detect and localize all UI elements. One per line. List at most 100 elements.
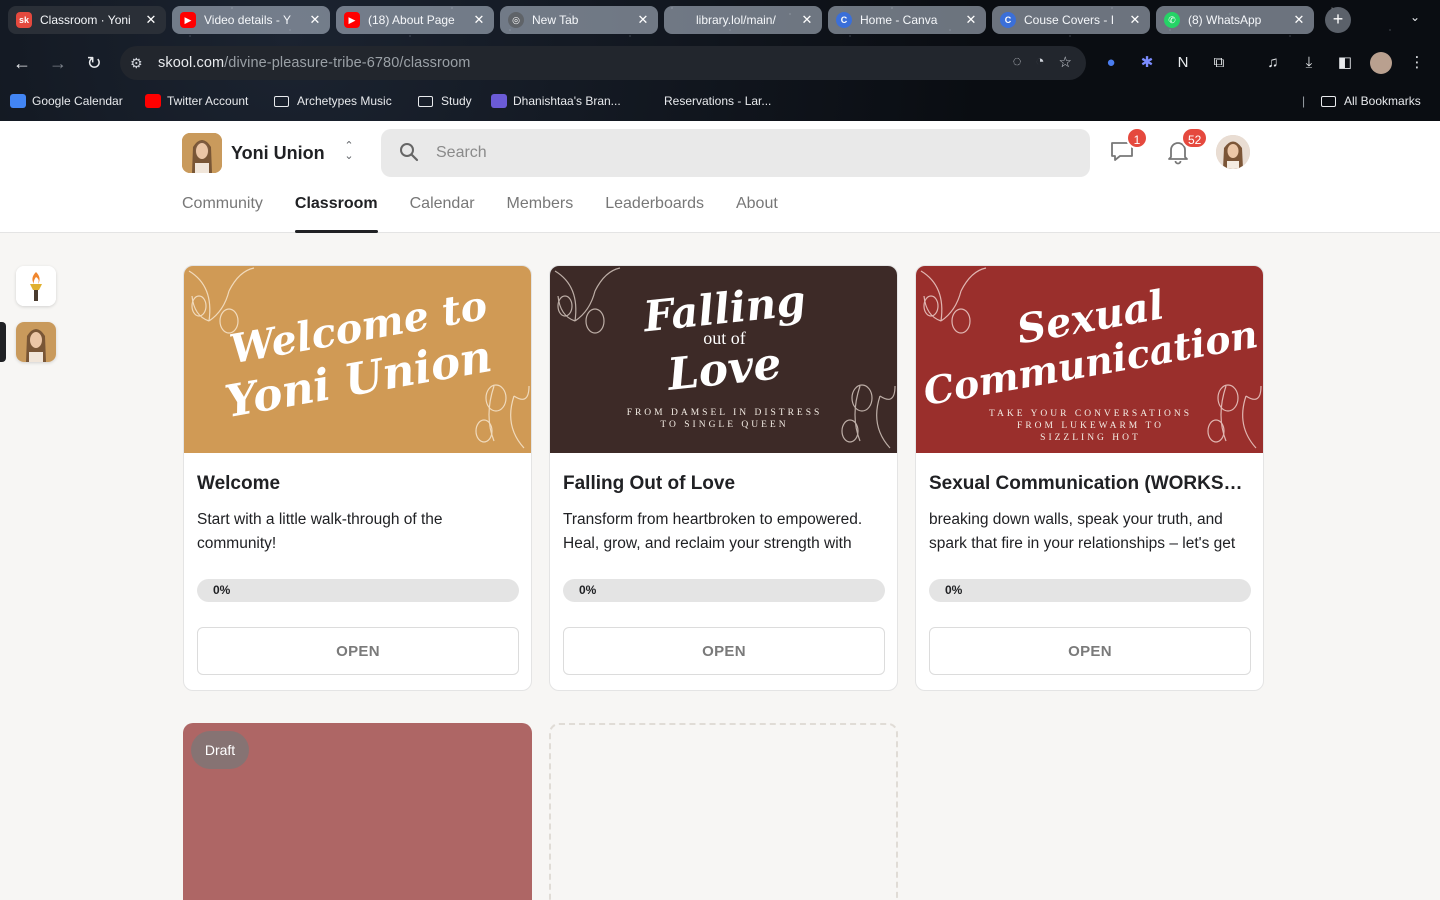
tab-title: Classroom · Yoni <box>40 13 131 27</box>
sidepanel-icon[interactable]: ◧ <box>1334 52 1356 74</box>
draft-course-card[interactable]: Draft <box>183 723 532 900</box>
tab-title: Couse Covers - I <box>1024 13 1115 27</box>
tab-community[interactable]: Community <box>182 195 263 233</box>
omnibox-actions: ◌ ◔ ☆ <box>1013 53 1072 71</box>
browser-tab[interactable]: C Couse Covers - I ✕ <box>992 6 1150 34</box>
performance-icon[interactable]: ◔ <box>1035 53 1044 71</box>
close-icon[interactable]: ✕ <box>636 12 650 28</box>
main-nav: Community Classroom Calendar Members Lea… <box>182 195 778 233</box>
tab-calendar[interactable]: Calendar <box>410 195 475 233</box>
progress-bar: 0% <box>197 579 519 602</box>
tab-title: library.lol/main/ <box>696 13 776 27</box>
extension-icon[interactable]: ● <box>1100 52 1122 74</box>
forward-arrow-icon[interactable]: → <box>46 51 70 75</box>
bookmark-label: Study <box>441 94 472 108</box>
open-button[interactable]: OPEN <box>197 627 519 675</box>
url-text[interactable]: skool.com/divine-pleasure-tribe-6780/cla… <box>158 55 470 71</box>
close-icon[interactable]: ✕ <box>1292 12 1306 28</box>
new-tab-button[interactable]: + <box>1325 7 1351 33</box>
close-icon[interactable]: ✕ <box>144 12 158 28</box>
address-bar[interactable]: ⚙ skool.com/divine-pleasure-tribe-6780/c… <box>120 46 1086 80</box>
close-icon[interactable]: ✕ <box>308 12 322 28</box>
browser-tab[interactable]: sk Classroom · Yoni ✕ <box>8 6 166 34</box>
bookmark-item[interactable]: Dhanishtaa's Bran... <box>491 94 621 108</box>
reload-icon[interactable]: ↻ <box>82 51 106 75</box>
close-icon[interactable]: ✕ <box>1128 12 1142 28</box>
more-vert-icon[interactable]: ⋮ <box>1406 52 1428 74</box>
progress-label: 0% <box>945 583 963 597</box>
star-icon[interactable]: ☆ <box>1059 53 1072 71</box>
chevron-down-icon[interactable]: ⌄ <box>1410 10 1420 24</box>
bookmark-label: Dhanishtaa's Bran... <box>513 94 621 108</box>
cover-subtitle: FROM LUKEWARM TO <box>1017 421 1164 431</box>
browser-tab[interactable]: library.lol/main/ ✕ <box>664 6 822 34</box>
bookmark-item[interactable]: Reservations - Lar... <box>664 94 771 108</box>
browser-tab[interactable]: ▶ (18) About Page ✕ <box>336 6 494 34</box>
bookmark-item[interactable]: Archetypes Music <box>274 94 392 108</box>
course-card[interactable]: Welcome to Yoni Union Welcome Start with… <box>183 265 532 691</box>
site-settings-icon[interactable]: ⚙ <box>130 55 150 72</box>
bookmark-item[interactable]: Google Calendar <box>10 94 123 108</box>
bookmark-item[interactable]: Twitter Account <box>145 94 248 108</box>
profile-avatar[interactable] <box>1370 52 1392 74</box>
group-switcher-icon[interactable]: ⌃ ⌄ <box>340 141 358 165</box>
tab-title: (8) WhatsApp <box>1188 13 1262 27</box>
course-title[interactable]: Falling Out of Love <box>563 473 885 495</box>
open-button[interactable]: OPEN <box>929 627 1251 675</box>
tab-about[interactable]: About <box>736 195 778 233</box>
course-card[interactable]: Falling out of Love FROM DAMSEL IN DISTR… <box>549 265 898 691</box>
browser-toolbar: ← → ↻ ⚙ skool.com/divine-pleasure-tribe-… <box>0 44 1440 82</box>
youtube-icon: ▶ <box>180 12 196 28</box>
back-arrow-icon[interactable]: ← <box>10 51 34 75</box>
folder-icon <box>418 95 433 107</box>
download-icon[interactable]: ⤓ <box>1298 52 1320 74</box>
chrome-icon: ◎ <box>508 12 524 28</box>
tab-title: Home - Canva <box>860 13 938 27</box>
bookmark-item[interactable]: Study <box>418 94 472 108</box>
torch-icon <box>16 266 56 306</box>
close-icon[interactable]: ✕ <box>964 12 978 28</box>
group-avatar[interactable] <box>182 133 222 173</box>
puzzle-icon[interactable]: ⧉ <box>1208 52 1230 74</box>
user-avatar[interactable] <box>1216 135 1250 169</box>
course-title[interactable]: Welcome <box>197 473 519 495</box>
rail-group-yoni-union[interactable] <box>16 322 56 362</box>
asterisk-icon[interactable]: ✱ <box>1136 52 1158 74</box>
progress-label: 0% <box>579 583 597 597</box>
course-cover: Sexual Communication TAKE YOUR CONVERSAT… <box>916 266 1263 453</box>
close-icon[interactable]: ✕ <box>472 12 486 28</box>
course-cover: Falling out of Love FROM DAMSEL IN DISTR… <box>550 266 897 453</box>
folder-icon <box>274 95 289 107</box>
whatsapp-icon: ✆ <box>1164 12 1180 28</box>
cover-subtitle: TAKE YOUR CONVERSATIONS <box>988 409 1192 419</box>
cover-subtitle: SIZZLING HOT <box>1040 433 1141 443</box>
course-title[interactable]: Sexual Communication (WORKSH... <box>929 473 1251 495</box>
progress-label: 0% <box>213 583 231 597</box>
browser-tab[interactable]: C Home - Canva ✕ <box>828 6 986 34</box>
skool-icon: sk <box>16 12 32 28</box>
canva-icon: C <box>1000 12 1016 28</box>
close-icon[interactable]: ✕ <box>800 12 814 28</box>
group-name[interactable]: Yoni Union <box>231 143 325 164</box>
tab-members[interactable]: Members <box>507 195 574 233</box>
url-path: /divine-pleasure-tribe-6780/classroom <box>224 55 471 71</box>
browser-tab[interactable]: ✆ (8) WhatsApp ✕ <box>1156 6 1314 34</box>
browser-tab[interactable]: ◎ New Tab ✕ <box>500 6 658 34</box>
youtube-icon <box>145 94 161 108</box>
open-button[interactable]: OPEN <box>563 627 885 675</box>
browser-chrome: sk Classroom · Yoni ✕ ▶ Video details - … <box>0 0 1440 121</box>
browser-tab[interactable]: ▶ Video details - Y ✕ <box>172 6 330 34</box>
site-header: Yoni Union ⌃⌄ 1 52 Community Classroom C… <box>0 121 1440 233</box>
search-input[interactable] <box>436 129 1056 177</box>
eye-off-icon[interactable]: ◌ <box>1013 53 1022 71</box>
youtube-icon: ▶ <box>344 12 360 28</box>
cover-subtitle: FROM DAMSEL IN DISTRESS <box>626 408 823 418</box>
rail-group-torch[interactable] <box>16 266 56 306</box>
tab-leaderboards[interactable]: Leaderboards <box>605 195 704 233</box>
notion-icon[interactable]: N <box>1172 52 1194 74</box>
add-course-placeholder[interactable] <box>549 723 898 900</box>
media-icon[interactable]: ♫ <box>1262 52 1284 74</box>
all-bookmarks[interactable]: All Bookmarks <box>1321 94 1421 108</box>
tab-classroom[interactable]: Classroom <box>294 195 378 233</box>
course-card[interactable]: Sexual Communication TAKE YOUR CONVERSAT… <box>915 265 1264 691</box>
